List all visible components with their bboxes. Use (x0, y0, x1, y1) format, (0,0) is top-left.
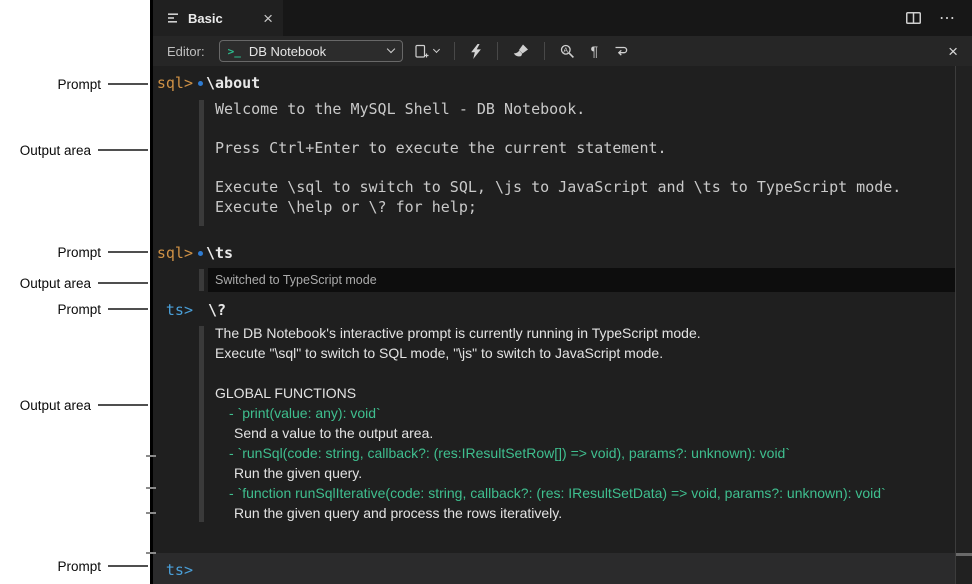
status-output: Switched to TypeScript mode (208, 268, 958, 292)
annotation-line (108, 251, 148, 253)
new-console-button[interactable] (411, 41, 443, 62)
zone-tick (146, 512, 156, 514)
annotation-label: Output area (20, 143, 91, 158)
output-area-help: The DB Notebook's interactive prompt is … (153, 322, 958, 546)
tab-basic[interactable]: Basic × (153, 0, 283, 36)
svg-text:A: A (563, 47, 568, 54)
annotation-label: Output area (20, 398, 91, 413)
console-output-line: The DB Notebook's interactive prompt is … (215, 323, 886, 343)
statement-code[interactable]: \ts (206, 244, 233, 262)
annotation-prompt-4: Prompt (0, 557, 148, 575)
db-notebook-editor-panel: Basic × ⋯ Editor: >_ DB Notebook (150, 0, 972, 584)
screenshot-root: Prompt Output area Prompt Output area Pr… (0, 0, 972, 584)
vertical-scrollbar[interactable] (955, 66, 972, 584)
notebook-lines-icon (167, 12, 179, 24)
output-zone-bar (199, 100, 204, 226)
more-actions-icon[interactable]: ⋯ (939, 8, 956, 28)
console-output-line: GLOBAL FUNCTIONS (215, 383, 886, 403)
console-output-line: Press Ctrl+Enter to execute the current … (215, 139, 901, 159)
scrollbar-marker (956, 553, 972, 556)
output-zone-bar (199, 269, 204, 291)
sql-prompt-label: sql> (153, 74, 193, 92)
annotation-label: Prompt (57, 559, 101, 574)
pilcrow-glyph: ¶ (591, 43, 599, 59)
chevron-down-icon (433, 45, 440, 52)
console-output-line (215, 120, 901, 140)
toolbar-separator (544, 42, 545, 60)
annotation-line (98, 282, 148, 284)
editor-selector-dropdown[interactable]: >_ DB Notebook (219, 40, 403, 62)
language-indicator-dot (198, 251, 203, 256)
output-zone-bar (199, 326, 204, 522)
annotation-prompt-2: Prompt (0, 243, 148, 261)
prompt-row-sql-ts[interactable]: sql> \ts (153, 240, 958, 266)
word-wrap-icon[interactable] (610, 42, 632, 60)
tab-title: Basic (188, 11, 254, 26)
annotation-line (108, 565, 148, 567)
console-output-line: Welcome to the MySQL Shell - DB Notebook… (215, 100, 901, 120)
tab-close-icon[interactable]: × (263, 10, 273, 27)
sql-prompt-label: sql> (153, 244, 193, 262)
toolbar-separator (497, 42, 498, 60)
editor-toolbar: Editor: >_ DB Notebook (153, 36, 972, 66)
annotation-line (98, 404, 148, 406)
prompt-row-ts-help[interactable]: ts> \? (153, 298, 958, 322)
annotation-output-area-2: Output area (0, 274, 148, 292)
prompt-row-sql-about[interactable]: sql> \about (153, 70, 958, 96)
split-editor-icon[interactable] (906, 12, 921, 24)
find-icon[interactable]: A (556, 41, 579, 62)
editor-label: Editor: (167, 44, 205, 59)
function-signature-line: - `runSql(code: string, callback?: (res:… (215, 443, 886, 463)
statement-code[interactable]: \? (208, 301, 226, 319)
execute-button[interactable] (466, 41, 486, 62)
terminal-icon: >_ (228, 45, 241, 58)
console-output-line: Run the given query. (215, 463, 886, 483)
console-output-line: Execute "\sql" to switch to SQL mode, "\… (215, 343, 886, 363)
output-area-about: Welcome to the MySQL Shell - DB Notebook… (153, 94, 958, 236)
toolbar-close-icon[interactable]: × (948, 43, 958, 60)
output-area-switch-mode: Switched to TypeScript mode (153, 268, 958, 292)
console-output-line: Run the given query and process the rows… (215, 503, 886, 523)
clean-editor-button[interactable] (509, 41, 533, 61)
editor-selector-value: DB Notebook (249, 44, 380, 59)
toolbar-separator (454, 42, 455, 60)
show-hidden-characters-icon[interactable]: ¶ (587, 40, 603, 62)
annotation-label: Prompt (57, 77, 101, 92)
ts-prompt-label: ts> (153, 301, 193, 319)
tab-bar: Basic × ⋯ (153, 0, 972, 36)
chevron-down-icon (386, 45, 394, 53)
annotation-output-area-1: Output area (0, 141, 148, 159)
annotation-label: Prompt (57, 302, 101, 317)
annotation-prompt-1: Prompt (0, 75, 148, 93)
console-output-line: Send a value to the output area. (215, 423, 886, 443)
console-output-line: Execute \sql to switch to SQL, \js to Ja… (215, 178, 901, 198)
console-output-line (215, 159, 901, 179)
zone-tick (146, 487, 156, 489)
output-text: Welcome to the MySQL Shell - DB Notebook… (215, 100, 901, 217)
output-text: The DB Notebook's interactive prompt is … (215, 323, 886, 523)
language-indicator-dot (198, 81, 203, 86)
zone-tick (146, 552, 156, 554)
console-output-line (215, 363, 886, 383)
annotation-prompt-3: Prompt (0, 300, 148, 318)
prompt-row-ts-current[interactable]: ts> (153, 553, 972, 584)
annotation-label: Prompt (57, 245, 101, 260)
annotation-line (108, 308, 148, 310)
console-output-line: Execute \help or \? for help; (215, 198, 901, 218)
annotation-output-area-3: Output area (0, 396, 148, 414)
annotation-line (108, 83, 148, 85)
annotation-line (98, 149, 148, 151)
statement-code[interactable]: \about (206, 74, 260, 92)
zone-tick (146, 455, 156, 457)
ts-prompt-label: ts> (153, 559, 193, 579)
annotation-label: Output area (20, 276, 91, 291)
function-signature-line: - `function runSqlIterative(code: string… (215, 483, 886, 503)
function-signature-line: - `print(value: any): void` (215, 403, 886, 423)
